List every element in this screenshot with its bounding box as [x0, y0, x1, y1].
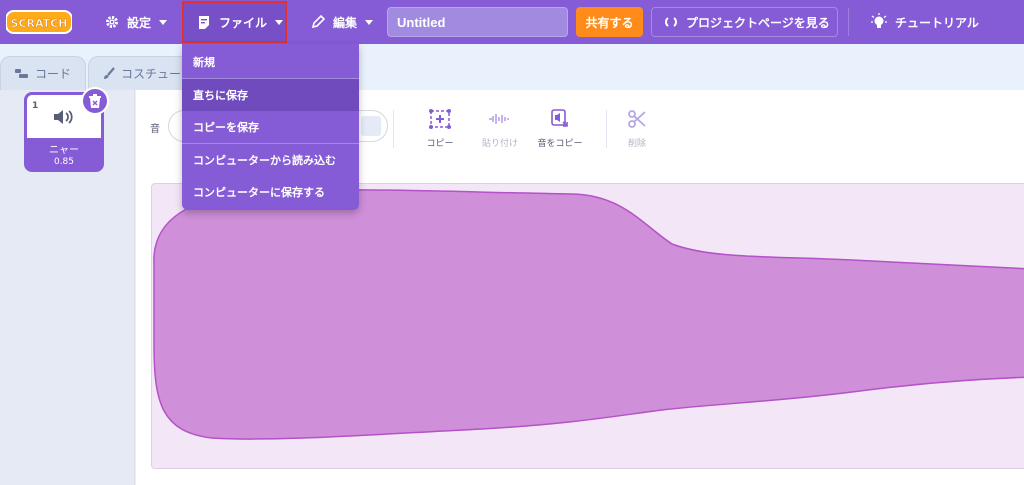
delete-label: 削除 — [627, 139, 646, 149]
paste-label: 貼り付け — [481, 139, 518, 149]
code-icon — [15, 68, 29, 79]
copy-to-new-label: 音をコピー — [537, 139, 583, 149]
menu-bar: SCRATCH 設定 ファイル 編集 Untitled 共有する プロジェクトペ… — [0, 0, 1024, 44]
sound-name-label: 音 — [150, 124, 160, 135]
trash-icon — [89, 93, 101, 108]
tab-code[interactable]: コード — [0, 56, 86, 90]
sound-number: 1 — [32, 101, 39, 111]
chevron-down-icon — [275, 19, 284, 25]
scratch-logo[interactable]: SCRATCH — [6, 9, 72, 35]
pencil-icon — [310, 14, 326, 30]
sound-list-panel: 1 ニャー 0.85 — [0, 90, 135, 485]
file-icon — [196, 14, 212, 30]
edit-label: 編集 — [333, 15, 358, 30]
menu-item-load-from-computer[interactable]: コンピューターから読み込む — [182, 144, 359, 176]
chevron-down-icon — [159, 19, 168, 25]
menu-item-save-copy[interactable]: コピーを保存 — [182, 111, 359, 143]
toolbar-divider — [393, 110, 394, 148]
editor-tabs: コード コスチュー — [0, 44, 1024, 90]
copy-to-new-button[interactable]: 音をコピー — [535, 108, 585, 149]
undo-redo-button[interactable] — [361, 116, 381, 136]
logo-text: SCRATCH — [11, 17, 68, 30]
scissors-icon — [612, 108, 662, 130]
tab-costumes-label: コスチュー — [121, 67, 182, 81]
paste-icon — [475, 108, 525, 130]
delete-sound-button[interactable] — [81, 87, 109, 115]
lightbulb-icon — [871, 13, 887, 31]
edit-menu[interactable]: 編集 — [310, 0, 374, 44]
copy-button[interactable]: コピー — [415, 108, 465, 149]
tutorials-button[interactable]: チュートリアル — [871, 0, 979, 44]
file-dropdown-menu: 新規 直ちに保存 コピーを保存 コンピューターから読み込む コンピューターに保存… — [182, 44, 359, 210]
waveform-canvas[interactable] — [151, 183, 1024, 469]
project-page-label: プロジェクトページを見る — [686, 15, 830, 30]
remix-arrows-icon — [664, 15, 678, 29]
file-label: ファイル — [219, 15, 268, 30]
delete-button[interactable]: 削除 — [612, 108, 662, 149]
menu-item-new[interactable]: 新規 — [182, 46, 359, 78]
gear-icon — [104, 14, 120, 30]
copy-label: コピー — [426, 139, 454, 149]
menu-item-save-now[interactable]: 直ちに保存 — [182, 79, 359, 111]
copy-to-new-icon — [535, 108, 585, 130]
tutorials-label: チュートリアル — [895, 15, 979, 30]
menu-divider — [848, 8, 849, 36]
copy-icon — [415, 108, 465, 130]
waveform — [153, 189, 1024, 440]
chevron-down-icon — [365, 19, 374, 25]
sound-name: ニャー — [49, 145, 79, 156]
tab-code-label: コード — [35, 67, 72, 81]
toolbar-divider — [606, 110, 607, 148]
paste-button[interactable]: 貼り付け — [475, 108, 525, 149]
menu-item-save-to-computer[interactable]: コンピューターに保存する — [182, 176, 359, 208]
settings-menu[interactable]: 設定 — [104, 0, 168, 44]
sound-duration: 0.85 — [53, 157, 75, 167]
speaker-icon — [54, 109, 73, 124]
file-menu[interactable]: ファイル — [182, 1, 287, 43]
brush-icon — [103, 67, 115, 80]
see-project-page-button[interactable]: プロジェクトページを見る — [651, 7, 838, 37]
project-title-input[interactable]: Untitled — [387, 7, 568, 37]
settings-label: 設定 — [127, 15, 152, 30]
share-button[interactable]: 共有する — [576, 7, 643, 37]
